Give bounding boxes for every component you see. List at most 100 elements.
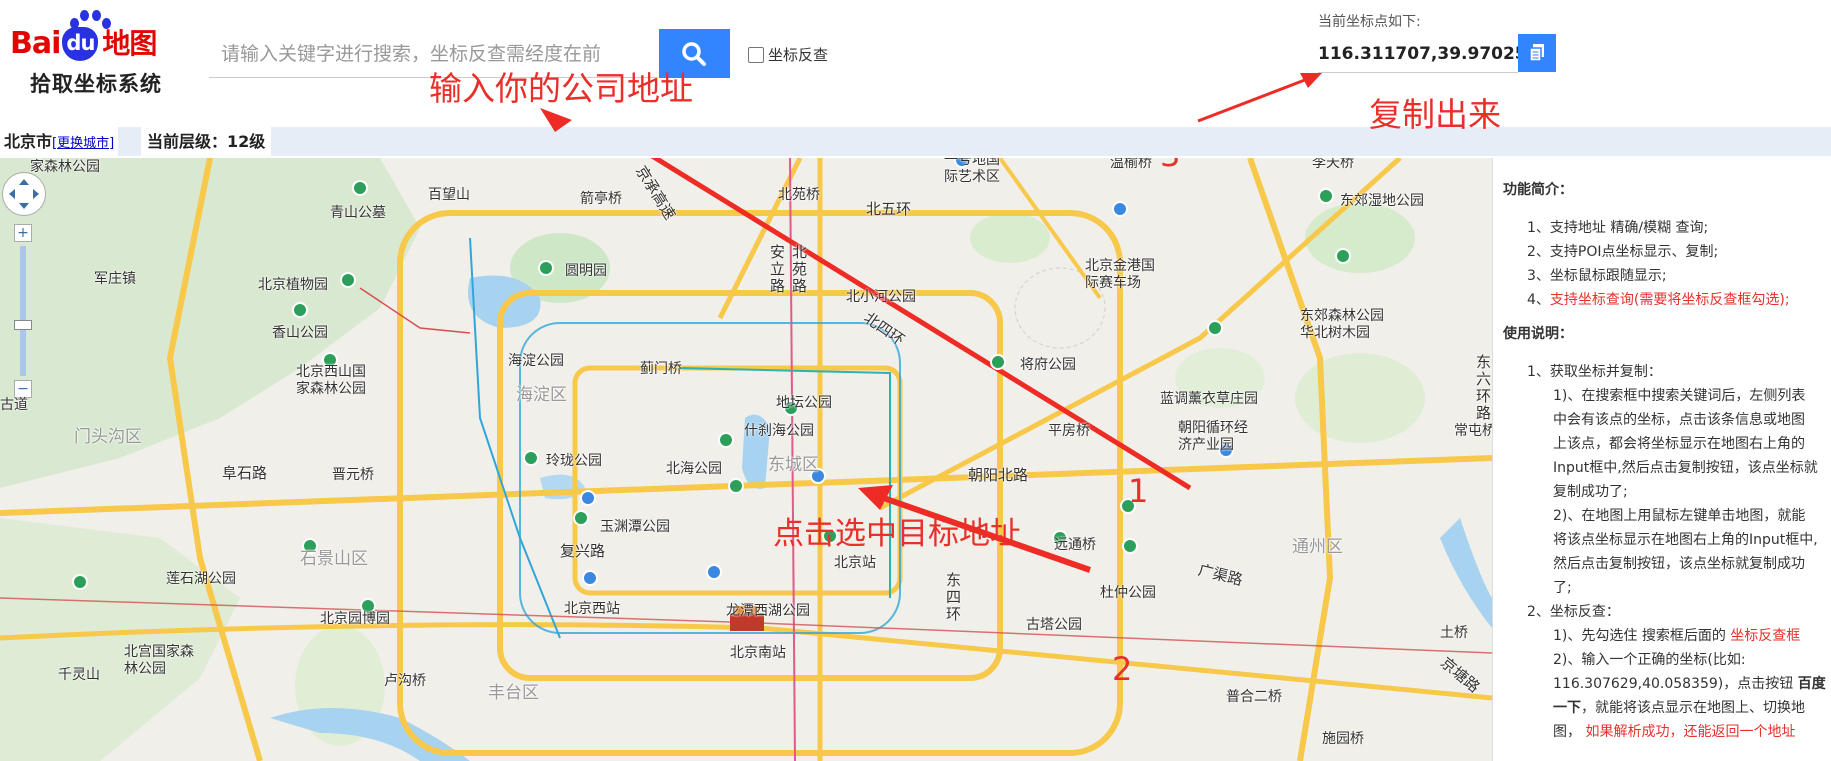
map-label: 杜仲公园 [1100, 585, 1156, 601]
usage-line: 复制成功了; [1553, 484, 1628, 500]
map-label: 家森林公园 [30, 159, 100, 175]
pan-arrows-icon [9, 179, 39, 209]
usage-highlight: 如果解析成功，还能返回一个地址 [1585, 724, 1796, 740]
map-label: 门头沟区 [74, 427, 142, 447]
map-canvas[interactable]: + − 家森林公园 箭亭桥 北苑桥 北五环 一号地国际艺术区 温榆桥 李天桥 东… [0, 158, 1492, 761]
map-label: 百望山 [428, 187, 470, 203]
map-label: 箭亭桥 [580, 191, 622, 207]
poi-marker[interactable] [1207, 320, 1223, 336]
poi-marker[interactable] [573, 510, 589, 526]
map-label: 圆明园 [565, 263, 607, 279]
map-label: 千灵山 [58, 667, 100, 683]
map-label: 北京园博园 [320, 611, 390, 627]
poi-marker[interactable] [718, 432, 734, 448]
map-label: 平房桥 [1048, 423, 1090, 439]
feature-item-number: 4、 [1527, 292, 1550, 308]
usage-line: 1)、在搜索框中搜索关键词后，左侧列表 [1553, 388, 1806, 404]
map-label: 施园桥 [1322, 731, 1364, 747]
annotation-arrow-layer [540, 73, 1322, 132]
usage-line: 图， 如果解析成功，还能返回一个地址 [1553, 720, 1795, 744]
poi-marker[interactable] [990, 354, 1006, 370]
usage-line: 中会有该点的坐标，点击该条信息或地图 [1553, 412, 1805, 428]
usage-line: 116.307629,40.058359)，点击按钮 百度 [1553, 672, 1826, 696]
feature-item-highlight: 支持坐标查询(需要将坐标反查框勾选); [1549, 292, 1790, 308]
zoom-slider-track[interactable] [20, 246, 26, 376]
annotation-step-1: 1 [1128, 472, 1149, 510]
usage-text: 116.307629,40.058359)，点击按钮 [1553, 676, 1794, 692]
usage-line: 将该点坐标显示在地图右上角的Input框中, [1553, 532, 1818, 548]
feature-item: 1、支持地址 精确/模糊 查询; [1527, 220, 1709, 236]
poi-marker[interactable] [1335, 248, 1351, 264]
usage-line: 一下，就能将该点显示在地图上、切换地 [1553, 696, 1805, 720]
feature-item: 3、坐标鼠标跟随显示; [1527, 268, 1667, 284]
map-label: 北宫国家森林公园 [124, 644, 194, 677]
map-label: 北苑路 [792, 243, 808, 295]
map-label: 通州区 [1292, 537, 1343, 557]
map-label: 什刹海公园 [744, 423, 814, 439]
poi-marker-blue[interactable] [580, 490, 596, 506]
feature-item: 2、支持POI点坐标显示、复制; [1527, 244, 1719, 260]
map-label: 一号地国际艺术区 [944, 158, 1000, 185]
annotation-click-select: 点击选中目标地址 [773, 516, 1021, 552]
poi-marker[interactable] [72, 574, 88, 590]
map-label: 古塔公园 [1026, 617, 1082, 633]
map-label: 蓝调薰衣草庄园 [1160, 391, 1258, 407]
usage-item: 1、获取坐标并复制： [1527, 364, 1662, 380]
usage-line: 然后点击复制按钮，该点坐标就复制成功 [1553, 556, 1805, 572]
map-label: 北京植物园 [258, 277, 328, 293]
poi-marker[interactable] [352, 180, 368, 196]
map-label: 香山公园 [272, 325, 328, 341]
poi-marker[interactable] [538, 260, 554, 276]
usage-line: 上该点，都会将坐标显示在地图右上角的 [1553, 436, 1805, 452]
map-label: 玉渊潭公园 [600, 519, 670, 535]
help-panel: 功能简介： 1、支持地址 精确/模糊 查询; 2、支持POI点坐标显示、复制; … [1492, 158, 1831, 761]
poi-marker[interactable] [1122, 538, 1138, 554]
usage-line: 1)、先勾选住 搜索框后面的 坐标反查框 [1553, 624, 1800, 648]
poi-marker[interactable] [523, 450, 539, 466]
map-label: 北京金港国际赛车场 [1085, 258, 1155, 291]
poi-marker[interactable] [292, 302, 308, 318]
map-label: 安立路 [770, 243, 786, 295]
annotation-step-3: 3 [1160, 158, 1180, 174]
zoom-in-button[interactable]: + [14, 224, 32, 242]
usage-title: 使用说明： [1503, 326, 1573, 342]
poi-marker[interactable] [728, 478, 744, 494]
map-label: 地坛公园 [776, 395, 832, 411]
map-label: 朝阳北路 [968, 466, 1029, 484]
map-label: 北京南站 [730, 645, 786, 661]
map-label: 龙潭西湖公园 [726, 603, 810, 619]
map-label: 北京站 [834, 555, 876, 571]
poi-marker-blue[interactable] [706, 564, 722, 580]
usage-line: 2)、在地图上用鼠标左键单击地图，就能 [1553, 508, 1806, 524]
map-label: 北五环 [866, 200, 912, 218]
map-label: 北海公园 [666, 461, 722, 477]
map-label: 北小河公园 [846, 289, 916, 305]
features-title: 功能简介： [1503, 182, 1573, 198]
map-label: 青山公墓 [330, 205, 386, 221]
zoom-slider-handle[interactable] [14, 320, 32, 330]
map-label: 将府公园 [1020, 357, 1076, 373]
usage-line: 2)、输入一个正确的坐标(比如: [1553, 652, 1746, 668]
map-label: 东郊森林公园华北树木园 [1300, 308, 1384, 341]
map-label: 莲石湖公园 [166, 571, 236, 587]
feature-item: 4、支持坐标查询(需要将坐标反查框勾选); [1527, 288, 1790, 312]
map-label: 东城区 [768, 455, 819, 475]
poi-marker[interactable] [340, 272, 356, 288]
usage-line: 了; [1553, 580, 1572, 596]
poi-marker[interactable] [1318, 188, 1334, 204]
map-label: 东四环 [946, 571, 962, 623]
map-label: 海淀区 [516, 385, 567, 405]
poi-marker-blue[interactable] [1112, 201, 1128, 217]
map-label: 温榆桥 [1110, 158, 1152, 171]
map-label: 东六环路 [1476, 353, 1492, 422]
usage-text: 图， [1553, 724, 1581, 740]
map-label: 阜石路 [222, 464, 268, 482]
map-base-layer [0, 158, 1492, 761]
zoom-control[interactable]: + − [14, 224, 32, 400]
usage-item: 2、坐标反查： [1527, 604, 1620, 620]
poi-marker-blue[interactable] [582, 570, 598, 586]
map-label: 海淀公园 [508, 353, 564, 369]
pan-control[interactable] [2, 172, 46, 216]
map-label: 卢沟桥 [384, 673, 426, 689]
usage-bold: 百度 [1797, 676, 1826, 692]
